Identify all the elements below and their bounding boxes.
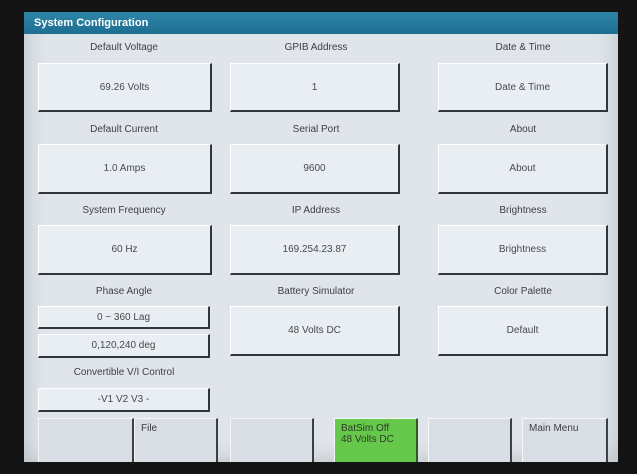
gpib-address-button[interactable]: 1	[230, 63, 400, 112]
brightness-label: Brightness	[499, 205, 547, 216]
date-time-button[interactable]: Date & Time	[438, 63, 608, 112]
softkey-file-label: File	[141, 423, 158, 434]
serial-port-label: Serial Port	[292, 124, 340, 135]
phase-angle-range-button[interactable]: 0 ~ 360 Lag	[38, 306, 210, 329]
convertible-control-button[interactable]: -V1 V2 V3 -	[38, 388, 210, 412]
softkey-1[interactable]	[38, 418, 134, 462]
date-time-label: Date & Time	[495, 42, 551, 53]
softkey-main-menu[interactable]: Main Menu	[522, 418, 608, 462]
about-button[interactable]: About	[438, 144, 608, 194]
color-palette-label: Color Palette	[494, 286, 552, 297]
softkey-main-menu-label: Main Menu	[529, 423, 579, 434]
ip-address-button[interactable]: 169.254.23.87	[230, 225, 400, 275]
system-frequency-button[interactable]: 60 Hz	[38, 225, 212, 275]
brightness-button[interactable]: Brightness	[438, 225, 608, 275]
battery-simulator-button[interactable]: 48 Volts DC	[230, 306, 400, 356]
default-current-label: Default Current	[90, 124, 158, 135]
default-current-button[interactable]: 1.0 Amps	[38, 144, 212, 194]
system-configuration-screen: System Configuration Default Voltage GPI…	[24, 12, 618, 462]
about-label: About	[509, 124, 537, 135]
phase-angle-phases-button[interactable]: 0,120,240 deg	[38, 334, 210, 358]
softkey-5[interactable]	[428, 418, 512, 462]
serial-port-button[interactable]: 9600	[230, 144, 400, 194]
gpib-address-label: GPIB Address	[284, 42, 348, 53]
softkey-batsim-line2: 48 Volts DC	[341, 434, 394, 445]
battery-simulator-label: Battery Simulator	[277, 286, 355, 297]
softkey-file[interactable]: File	[134, 418, 218, 462]
convertible-control-label: Convertible V/I Control	[73, 367, 175, 378]
system-frequency-label: System Frequency	[82, 205, 166, 216]
color-palette-button[interactable]: Default	[438, 306, 608, 356]
phase-angle-label: Phase Angle	[95, 286, 153, 297]
default-voltage-button[interactable]: 69.26 Volts	[38, 63, 212, 112]
ip-address-label: IP Address	[291, 205, 341, 216]
softkey-batsim[interactable]: BatSim Off 48 Volts DC	[334, 418, 418, 462]
softkey-batsim-line1: BatSim Off	[341, 423, 390, 434]
softkey-3[interactable]	[230, 418, 314, 462]
default-voltage-label: Default Voltage	[90, 42, 158, 53]
window-title: System Configuration	[24, 12, 618, 34]
